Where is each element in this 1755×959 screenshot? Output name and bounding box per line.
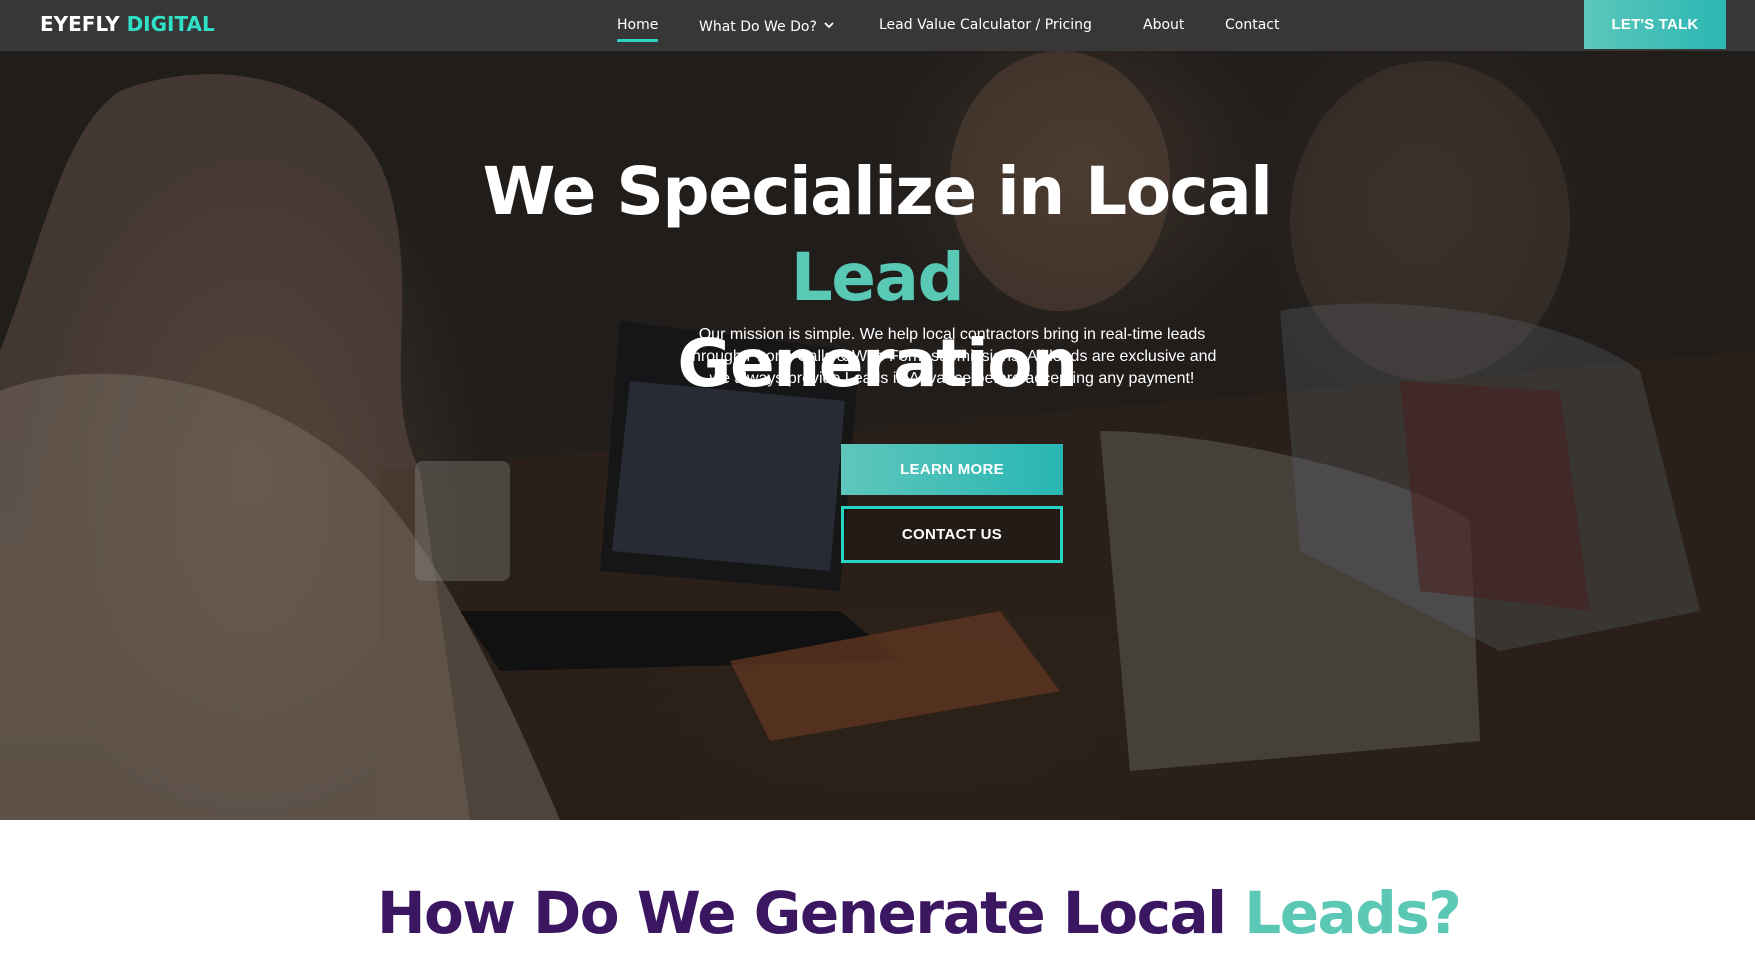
hero-title-accent: Lead	[790, 239, 965, 316]
lets-talk-button[interactable]: LET'S TALK	[1584, 0, 1726, 49]
nav-item-label: What Do We Do?	[699, 19, 817, 35]
logo-main-text: EYEFLY	[40, 12, 120, 36]
nav-item-home[interactable]: Home	[617, 17, 659, 42]
nav-item-what-do-we-do[interactable]: What Do We Do?	[699, 17, 834, 35]
nav-item-pricing[interactable]: Lead Value Calculator / Pricing	[879, 17, 1092, 33]
logo-accent-text: DIGITAL	[126, 12, 215, 36]
hero-title-part1: We Specialize in Local	[482, 153, 1273, 230]
section-heading-accent: Leads?	[1244, 879, 1462, 947]
nav-item-about[interactable]: About	[1143, 17, 1184, 33]
section-heading: How Do We Generate Local Leads?	[377, 875, 1462, 951]
site-logo[interactable]: EYEFLY DIGITAL	[40, 12, 215, 36]
top-navbar: EYEFLY DIGITAL Home What Do We Do? Lead …	[0, 0, 1755, 51]
nav-item-contact[interactable]: Contact	[1225, 17, 1279, 33]
hero-mission-text: Our mission is simple. We help local con…	[687, 326, 1217, 387]
learn-more-button[interactable]: LEARN MORE	[841, 444, 1063, 495]
contact-us-button[interactable]: CONTACT US	[841, 506, 1063, 563]
chevron-down-icon	[824, 17, 834, 33]
hero-section: We Specialize in Local Lead Generation O…	[0, 51, 1755, 820]
section-heading-main: How Do We Generate Local	[377, 879, 1227, 947]
